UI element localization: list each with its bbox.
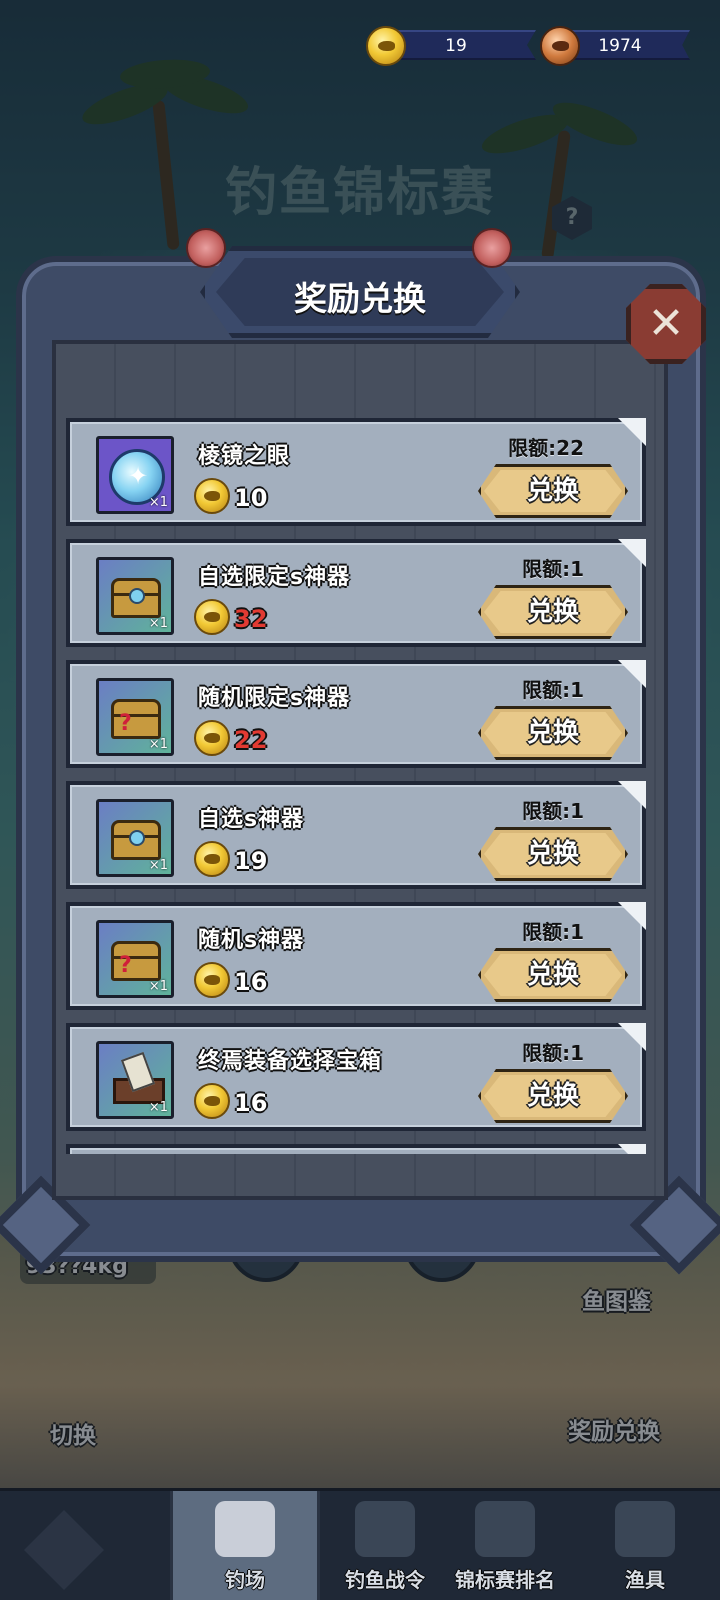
price-value: 10 bbox=[234, 484, 268, 512]
gold-currency-value: 19 bbox=[445, 36, 467, 56]
random-artifact-chest-icon: ? ×1 bbox=[96, 920, 174, 998]
exchange-item: ? ×1 随机s神器 16 限额:1 兑换 bbox=[66, 902, 646, 1010]
bottom-nav: 钓场 钓鱼战令 锦标赛排名 渔具 bbox=[0, 1488, 720, 1600]
purchase-limit: 限额:1 bbox=[522, 678, 584, 702]
item-name: 随机限定s神器 bbox=[198, 686, 351, 711]
item-name: 自选限定s神器 bbox=[198, 565, 351, 590]
item-name: 自选s神器 bbox=[198, 807, 305, 832]
gold-fish-coin-icon bbox=[194, 841, 230, 877]
ranking-icon bbox=[475, 1501, 535, 1557]
gold-fish-coin-icon bbox=[194, 962, 230, 998]
fishing-ground-icon bbox=[215, 1501, 275, 1557]
gold-currency: 19 bbox=[366, 26, 536, 66]
exchange-button[interactable]: 兑换 bbox=[478, 585, 628, 639]
item-quantity: ×1 bbox=[148, 1100, 168, 1115]
exchange-button[interactable]: 兑换 bbox=[478, 1069, 628, 1123]
item-quantity: ×1 bbox=[148, 616, 168, 631]
nav-tab-fishing-ground[interactable]: 钓场 bbox=[170, 1491, 320, 1600]
item-quantity: ×1 bbox=[148, 858, 168, 873]
item-quantity: ×1 bbox=[148, 737, 168, 752]
exchange-button[interactable]: 兑换 bbox=[478, 948, 628, 1002]
item-quantity: ×1 bbox=[148, 979, 168, 994]
nav-label: 渔具 bbox=[625, 1568, 665, 1592]
bronze-currency: 1974 bbox=[540, 26, 690, 66]
exchange-item: ×1 自选限定s神器 32 限额:1 兑换 bbox=[66, 539, 646, 647]
purchase-limit: 限额:22 bbox=[508, 436, 584, 460]
item-quantity: ×1 bbox=[148, 495, 168, 510]
battle-pass-icon bbox=[355, 1501, 415, 1557]
price-value: 16 bbox=[234, 968, 268, 996]
exchange-item: ×1 棱镜之眼 10 限额:22 兑换 bbox=[66, 418, 646, 526]
nav-label: 锦标赛排名 bbox=[455, 1568, 555, 1592]
close-button[interactable]: ✕ bbox=[626, 284, 706, 364]
purchase-limit: 限额:1 bbox=[522, 920, 584, 944]
purchase-limit: 限额:1 bbox=[522, 557, 584, 581]
artifact-chest-icon: ×1 bbox=[96, 799, 174, 877]
rose-decoration-icon bbox=[472, 228, 512, 268]
nav-label: 钓鱼战令 bbox=[345, 1568, 425, 1592]
exchange-button[interactable]: 兑换 bbox=[478, 464, 628, 518]
price-value: 16 bbox=[234, 1089, 268, 1117]
exchange-item: ? ×1 随机限定s神器 22 限额:1 兑换 bbox=[66, 660, 646, 768]
price-value: 19 bbox=[234, 847, 268, 875]
gold-fish-coin-icon bbox=[194, 599, 230, 635]
bronze-currency-value: 1974 bbox=[598, 36, 642, 56]
item-name: 棱镜之眼 bbox=[198, 444, 291, 469]
random-limited-artifact-chest-icon: ? ×1 bbox=[96, 678, 174, 756]
nav-tab-fishing-gear[interactable]: 渔具 bbox=[580, 1491, 710, 1600]
exchange-list[interactable]: ×1 棱镜之眼 10 限额:22 兑换 ×1 自选限定s神器 32 限额:1 兑… bbox=[66, 418, 646, 1154]
fishing-gear-icon bbox=[615, 1501, 675, 1557]
exchange-item: ×1 终焉装备选择宝箱 16 限额:1 兑换 bbox=[66, 1023, 646, 1131]
purchase-limit: 限额:1 bbox=[522, 1041, 584, 1065]
exchange-button[interactable]: 兑换 bbox=[478, 706, 628, 760]
item-name: 随机s神器 bbox=[198, 928, 305, 953]
limited-artifact-chest-icon: ×1 bbox=[96, 557, 174, 635]
exchange-button[interactable]: 兑换 bbox=[478, 827, 628, 881]
modal-title: 奖励兑换 bbox=[294, 279, 426, 318]
price-value: 22 bbox=[234, 726, 268, 754]
exchange-item: ×1 自选s神器 19 限额:1 兑换 bbox=[66, 781, 646, 889]
price-value: 32 bbox=[234, 605, 268, 633]
exchange-item-partial bbox=[66, 1144, 646, 1154]
gold-fish-coin-icon bbox=[194, 720, 230, 756]
close-icon: ✕ bbox=[647, 298, 685, 349]
rose-decoration-icon bbox=[186, 228, 226, 268]
gold-fish-coin-icon bbox=[194, 478, 230, 514]
gold-fish-coin-icon bbox=[194, 1083, 230, 1119]
item-name: 终焉装备选择宝箱 bbox=[198, 1049, 383, 1074]
equipment-chest-icon: ×1 bbox=[96, 1041, 174, 1119]
nav-tab-tournament-ranking[interactable]: 锦标赛排名 bbox=[440, 1491, 570, 1600]
nav-label: 钓场 bbox=[225, 1568, 265, 1592]
prism-eye-icon: ×1 bbox=[96, 436, 174, 514]
purchase-limit: 限额:1 bbox=[522, 799, 584, 823]
nav-tab-battle-pass[interactable]: 钓鱼战令 bbox=[320, 1491, 450, 1600]
